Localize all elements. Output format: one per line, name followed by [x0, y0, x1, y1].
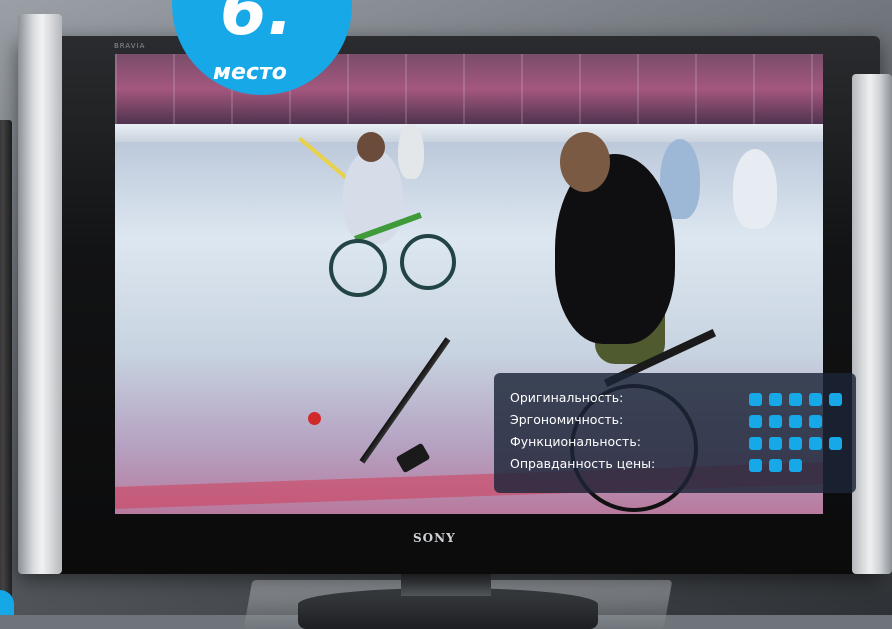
rating-row-originality: Оригинальность: [510, 390, 845, 410]
bike-wheel [329, 239, 387, 297]
rating-label: Функциональность: [510, 434, 641, 449]
rating-dot [749, 393, 762, 406]
rating-dot [749, 459, 762, 472]
rating-dot [809, 437, 822, 450]
rating-dot [809, 415, 822, 428]
rating-dot [749, 415, 762, 428]
polo-ball [308, 412, 321, 425]
rating-dot [829, 437, 842, 450]
rating-dot [749, 437, 762, 450]
bravia-logo: BRAVIA [114, 42, 146, 50]
rating-panel: Оригинальность: Эргономичность: Функцион… [494, 373, 856, 493]
rating-dot [769, 393, 782, 406]
player-far-right [733, 149, 777, 229]
left-device-edge [0, 120, 12, 600]
rating-dot [829, 393, 842, 406]
rating-row-ergonomics: Эргономичность: [510, 412, 845, 432]
bike-wheel [400, 234, 456, 290]
rating-dot [769, 415, 782, 428]
rating-label: Оправданность цены: [510, 456, 656, 471]
rating-dot [789, 437, 802, 450]
place-badge-text: место [213, 60, 287, 85]
rating-label: Эргономичность: [510, 412, 624, 427]
place-badge-number: 6. [220, 0, 294, 51]
rating-dot [789, 415, 802, 428]
tv-speaker-left [18, 14, 62, 574]
rating-dot [789, 393, 802, 406]
rating-dot [769, 459, 782, 472]
rating-row-value: Оправданность цены: [510, 456, 845, 476]
rating-label: Оригинальность: [510, 390, 624, 405]
player-main-head [560, 132, 610, 192]
player-far [398, 124, 424, 179]
player-left-head [357, 132, 385, 162]
rink-boards [115, 124, 823, 142]
rating-row-functionality: Функциональность: [510, 434, 845, 454]
tv-speaker-right [852, 74, 892, 574]
rating-dot [789, 459, 802, 472]
rating-dot [809, 393, 822, 406]
polo-mallet-head [395, 442, 431, 474]
sony-logo: SONY [413, 531, 456, 545]
tv-stand-neck [401, 574, 491, 596]
polo-mallet [359, 337, 451, 464]
rating-dot [769, 437, 782, 450]
